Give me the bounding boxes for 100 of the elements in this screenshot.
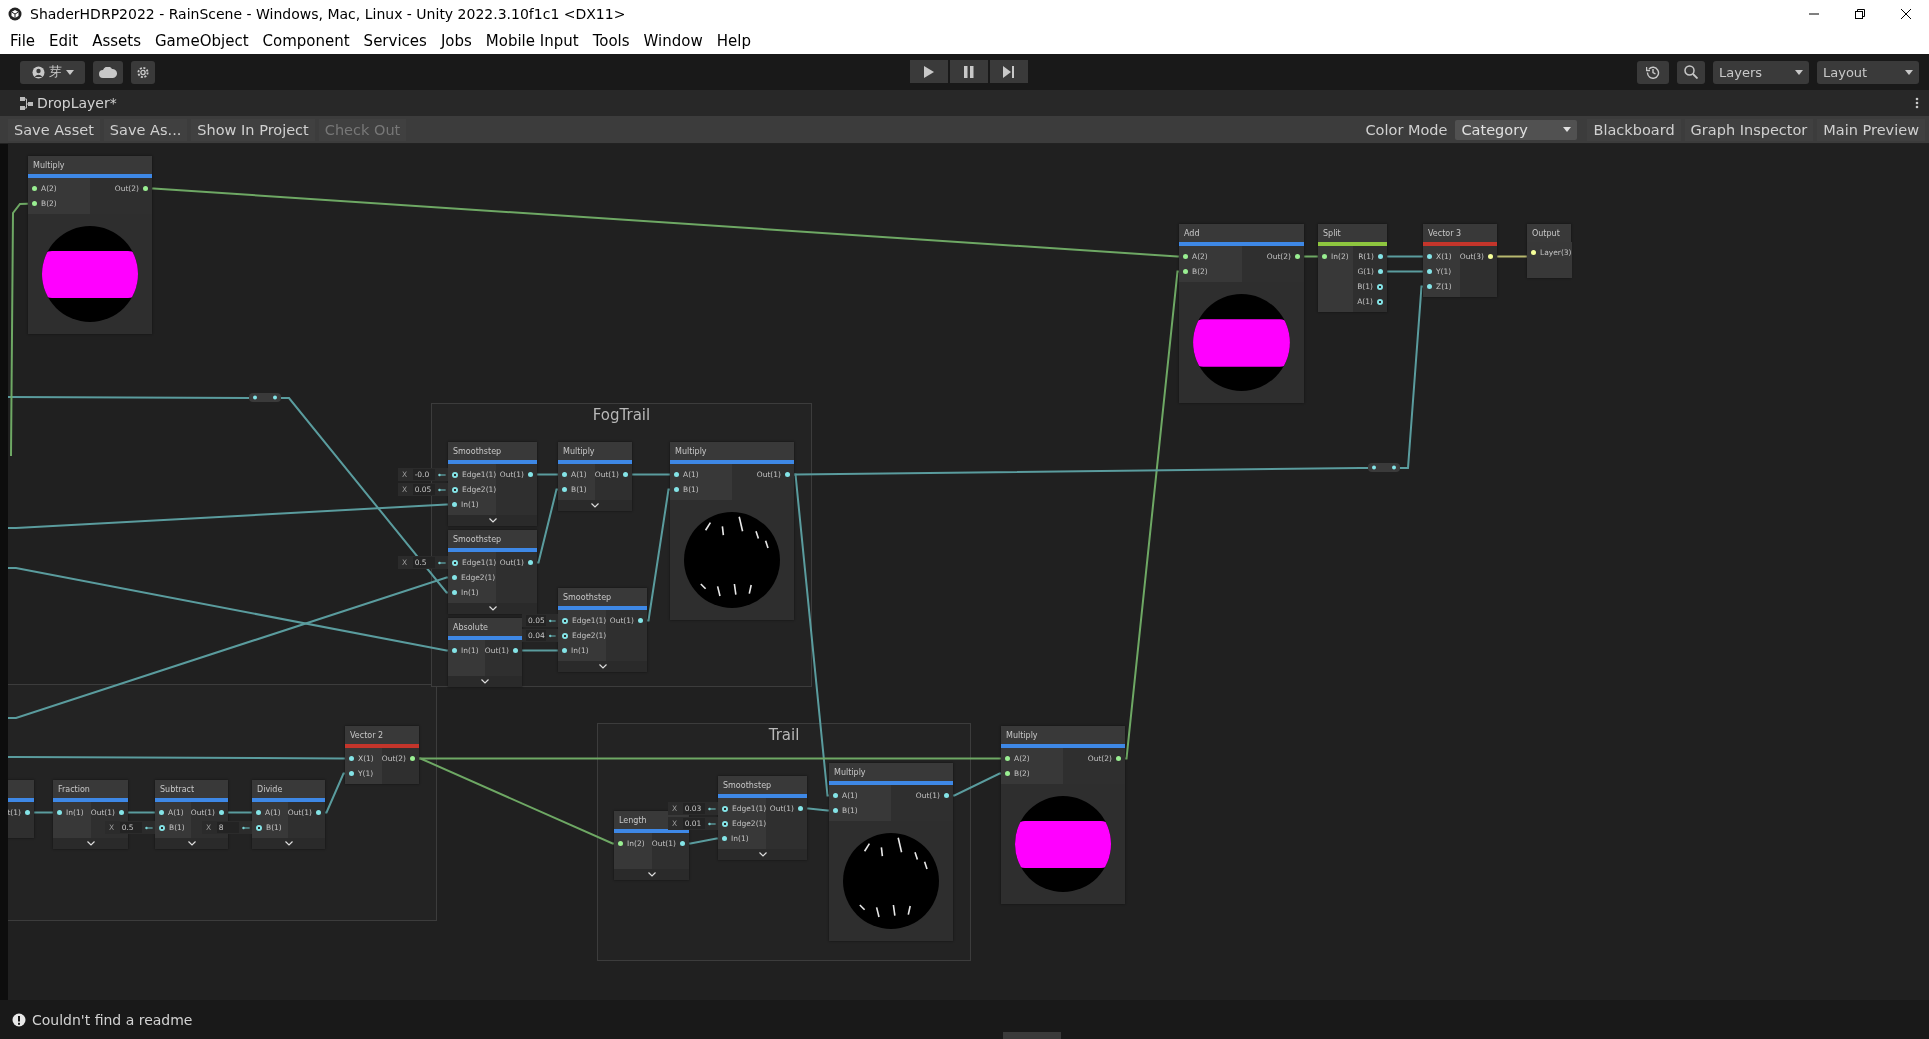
port-dot[interactable]: [528, 560, 533, 565]
toolbar-button[interactable]: Save As...: [103, 118, 188, 141]
port-dot[interactable]: [798, 806, 803, 811]
toggle-button[interactable]: Main Preview: [1817, 118, 1925, 141]
account-button[interactable]: 芽: [20, 60, 85, 84]
more-options-icon[interactable]: [1915, 97, 1919, 109]
port-dot[interactable]: [25, 810, 30, 815]
menu-item[interactable]: Edit: [49, 32, 79, 50]
menu-item[interactable]: Assets: [92, 32, 141, 50]
port-dot[interactable]: [410, 756, 415, 761]
port-dot[interactable]: [159, 810, 164, 815]
menu-item[interactable]: Component: [262, 32, 350, 50]
history-button[interactable]: [1637, 60, 1669, 84]
port-dot[interactable]: [1378, 254, 1383, 259]
port-dot[interactable]: [722, 836, 727, 841]
port-dot[interactable]: [32, 201, 37, 206]
port-dot[interactable]: [785, 472, 790, 477]
node-footer[interactable]: [155, 838, 228, 849]
port-dot[interactable]: [1377, 283, 1383, 290]
port-dot[interactable]: [680, 841, 685, 846]
play-button[interactable]: [910, 60, 948, 83]
port-dot[interactable]: [1295, 254, 1300, 259]
port-dot[interactable]: [316, 810, 321, 815]
node-footer[interactable]: [558, 500, 632, 511]
port-dot[interactable]: [562, 487, 567, 492]
port-dot[interactable]: [1488, 254, 1493, 259]
step-button[interactable]: [990, 60, 1028, 83]
port-dot[interactable]: [256, 810, 261, 815]
menu-item[interactable]: Mobile Input: [485, 32, 579, 50]
port-dot[interactable]: [219, 810, 224, 815]
menu-item[interactable]: Tools: [592, 32, 630, 50]
port-dot[interactable]: [674, 487, 679, 492]
menu-item[interactable]: File: [10, 32, 36, 50]
port-dot[interactable]: [1427, 269, 1432, 274]
menu-item[interactable]: Help: [716, 32, 751, 50]
port-dot[interactable]: [833, 808, 838, 813]
port-dot[interactable]: [1322, 254, 1327, 259]
reroute-node[interactable]: [1368, 463, 1400, 472]
port-dot[interactable]: [562, 617, 568, 624]
port-dot[interactable]: [944, 793, 949, 798]
node-footer[interactable]: [448, 676, 522, 687]
port-dot[interactable]: [452, 486, 458, 493]
settings-button[interactable]: [131, 60, 155, 84]
port-dot[interactable]: [349, 756, 354, 761]
port-dot[interactable]: [32, 186, 37, 191]
port-dot[interactable]: [1183, 254, 1188, 259]
port-dot[interactable]: [452, 590, 457, 595]
port-dot[interactable]: [562, 632, 568, 639]
port-dot[interactable]: [1377, 298, 1383, 305]
port-dot[interactable]: [256, 824, 262, 831]
port-dot[interactable]: [1378, 269, 1383, 274]
port-dot[interactable]: [143, 186, 148, 191]
editor-tab[interactable]: DropLayer*: [20, 95, 117, 111]
port-dot[interactable]: [1116, 756, 1121, 761]
toolbar-button[interactable]: Save Asset: [8, 118, 100, 141]
node-footer[interactable]: [448, 603, 537, 614]
node-footer[interactable]: [558, 661, 647, 672]
menu-item[interactable]: Services: [363, 32, 427, 50]
port-dot[interactable]: [618, 841, 623, 846]
port-dot[interactable]: [674, 472, 679, 477]
menu-item[interactable]: Jobs: [440, 32, 472, 50]
layout-dropdown[interactable]: Layout: [1817, 60, 1919, 84]
port-dot[interactable]: [722, 820, 728, 827]
port-dot[interactable]: [349, 771, 354, 776]
port-dot[interactable]: [1427, 254, 1432, 259]
color-mode-dropdown[interactable]: Category: [1455, 119, 1578, 140]
port-dot[interactable]: [159, 824, 165, 831]
port-dot[interactable]: [623, 472, 628, 477]
port-dot[interactable]: [1183, 269, 1188, 274]
port-dot[interactable]: [562, 472, 567, 477]
toolbar-button[interactable]: Show In Project: [191, 118, 315, 141]
port-dot[interactable]: [1005, 771, 1010, 776]
port-dot[interactable]: [513, 648, 518, 653]
cloud-button[interactable]: [93, 60, 123, 84]
node-footer[interactable]: [252, 838, 325, 849]
scroll-handle[interactable]: [1003, 1032, 1061, 1039]
port-dot[interactable]: [452, 471, 458, 478]
toggle-button[interactable]: Graph Inspector: [1684, 118, 1814, 141]
node-footer[interactable]: [448, 515, 537, 526]
node-footer[interactable]: [53, 838, 128, 849]
layers-dropdown[interactable]: Layers: [1713, 60, 1809, 84]
menu-item[interactable]: GameObject: [155, 32, 249, 50]
search-button[interactable]: [1677, 60, 1705, 84]
port-dot[interactable]: [57, 810, 62, 815]
port-dot[interactable]: [833, 793, 838, 798]
port-dot[interactable]: [1427, 284, 1432, 289]
port-dot[interactable]: [528, 472, 533, 477]
port-dot[interactable]: [452, 575, 457, 580]
pause-button[interactable]: [950, 60, 988, 83]
toggle-button[interactable]: Blackboard: [1587, 118, 1681, 141]
port-dot[interactable]: [638, 618, 643, 623]
port-dot[interactable]: [452, 559, 458, 566]
port-dot[interactable]: [119, 810, 124, 815]
port-dot[interactable]: [452, 502, 457, 507]
port-dot[interactable]: [562, 648, 567, 653]
node-footer[interactable]: [718, 849, 807, 860]
port-dot[interactable]: [722, 805, 728, 812]
node-footer[interactable]: [614, 869, 689, 880]
reroute-node[interactable]: [249, 393, 281, 402]
menu-item[interactable]: Window: [643, 32, 703, 50]
